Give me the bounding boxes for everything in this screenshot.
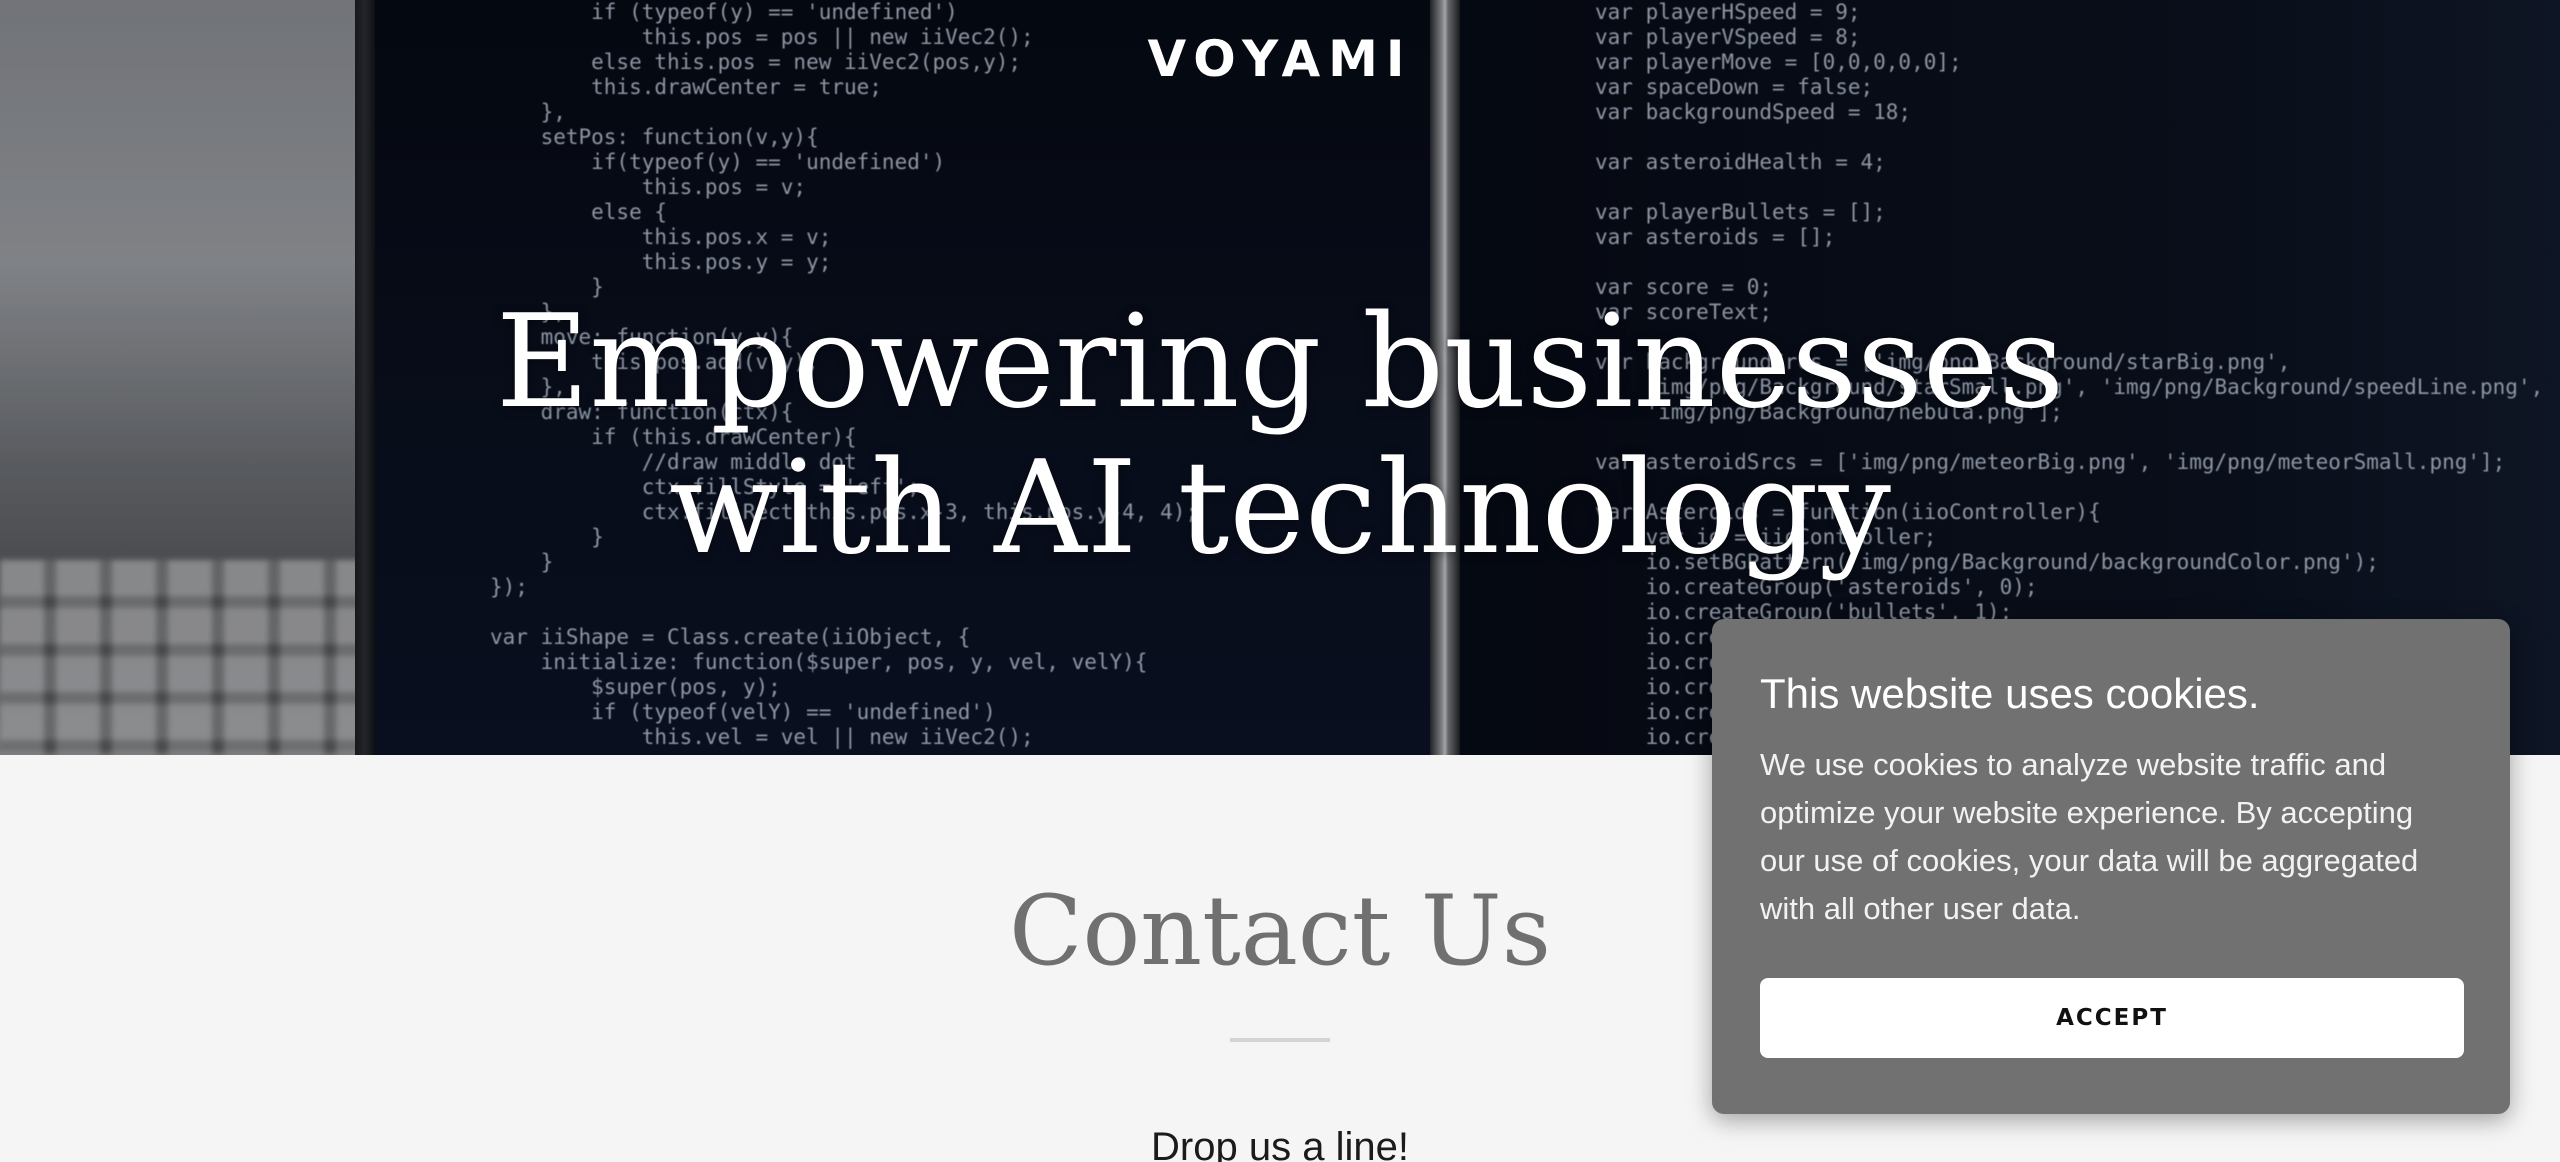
accept-cookies-button[interactable]: ACCEPT (1760, 978, 2464, 1058)
contact-divider (1230, 1038, 1330, 1042)
hero-title-line-2: with AI technology (669, 434, 1891, 583)
page: if (typeof(y) == 'undefined') this.pos =… (0, 0, 2560, 1162)
hero-title-line-1: Empowering businesses (495, 288, 2065, 437)
contact-subtitle: Drop us a line! (1151, 1125, 1409, 1162)
cookie-banner: This website uses cookies. We use cookie… (1712, 619, 2510, 1114)
cookie-banner-title: This website uses cookies. (1760, 670, 2260, 717)
site-logo[interactable]: VOYAMI (0, 30, 2560, 88)
hero-title: Empowering businesses with AI technology (0, 290, 2560, 582)
cookie-banner-text: We use cookies to analyze website traffi… (1760, 747, 2419, 926)
